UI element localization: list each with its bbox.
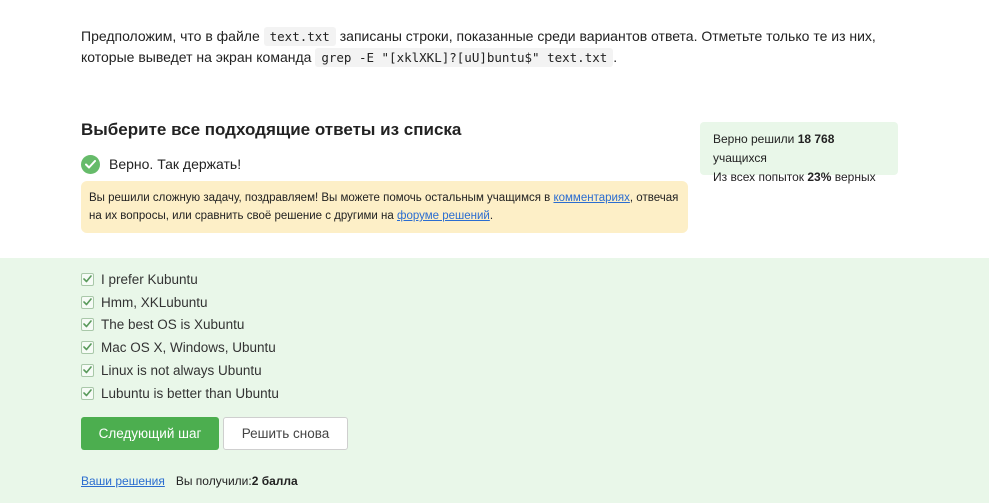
answer-option-label: I prefer Kubuntu (101, 271, 198, 287)
comments-link[interactable]: комментариях (553, 192, 629, 204)
score-label: Вы получили: (175, 474, 252, 488)
your-solutions-link[interactable]: Ваши решения (81, 474, 165, 488)
answer-option-label: The best OS is Xubuntu (101, 316, 245, 332)
checkbox[interactable] (81, 272, 94, 286)
congrats-notice: Вы решили сложную задачу, поздравляем! В… (81, 181, 688, 233)
answer-option[interactable]: I prefer Kubuntu (81, 270, 198, 288)
answer-option[interactable]: Lubuntu is better than Ubuntu (81, 384, 279, 402)
section-title: Выберите все подходящие ответы из списка (81, 120, 462, 139)
stats-percent-suffix: верных (831, 170, 876, 184)
result-status: Верно. Так держать! (81, 154, 241, 174)
answer-option[interactable]: The best OS is Xubuntu (81, 315, 244, 333)
answer-option[interactable]: Linux is not always Ubuntu (81, 361, 262, 379)
solutions-forum-link[interactable]: форуме решений (397, 210, 490, 222)
answer-option[interactable]: Mac OS X, Windows, Ubuntu (81, 338, 276, 356)
result-message: Верно. Так держать! (109, 156, 242, 172)
notice-text-3: . (489, 210, 494, 222)
answer-option-label: Lubuntu is better than Ubuntu (101, 385, 279, 401)
checkbox[interactable] (81, 295, 94, 309)
checkbox[interactable] (81, 386, 94, 400)
question-text: Предположим, что в файле text.txt записа… (81, 26, 901, 68)
file-name-code: text.txt (263, 27, 336, 46)
question-part-3: . (613, 49, 618, 65)
stats-solved-prefix: Верно решили (713, 132, 798, 146)
stats-panel: Верно решили 18 768 учащихся Из всех поп… (700, 122, 898, 184)
solved-count: 18 768 (797, 132, 835, 146)
checkmark-circle-icon (81, 154, 100, 174)
stats-percent-line: Из всех попыток 23% верных (713, 168, 885, 187)
next-step-button[interactable]: Следующий шаг (81, 417, 219, 450)
answer-option-label: Linux is not always Ubuntu (101, 362, 262, 378)
success-percent: 23% (807, 170, 832, 184)
answer-option-label: Hmm, XKLubuntu (101, 294, 208, 310)
answer-option[interactable]: Hmm, XKLubuntu (81, 293, 208, 311)
stats-solved-suffix: учащихся (713, 151, 767, 165)
command-code: grep -E "[xklXKL]?[uU]buntu$" text.txt (315, 48, 614, 67)
footer-bar: Ваши решения Вы получили: 2 балла (81, 474, 298, 488)
checkbox[interactable] (81, 363, 94, 377)
answer-option-label: Mac OS X, Windows, Ubuntu (101, 339, 276, 355)
stats-percent-prefix: Из всех попыток (713, 170, 808, 184)
checkbox[interactable] (81, 340, 94, 354)
notice-text-1: Вы решили сложную задачу, поздравляем! В… (89, 192, 554, 204)
solve-again-button[interactable]: Решить снова (223, 417, 348, 450)
score-value: 2 балла (251, 474, 298, 488)
question-part-1: Предположим, что в файле (81, 28, 264, 44)
stats-solved-line: Верно решили 18 768 учащихся (713, 130, 885, 168)
checkbox[interactable] (81, 317, 94, 331)
